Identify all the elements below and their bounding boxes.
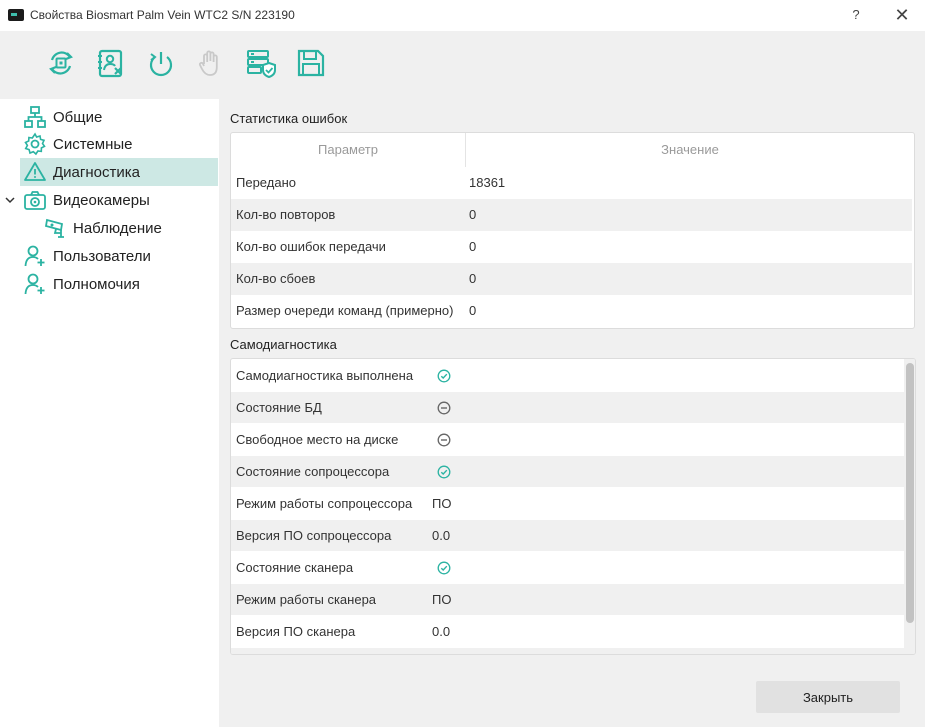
server-shield-icon (247, 50, 276, 79)
sidebar-item-diagnostics[interactable]: Диагностика (20, 158, 218, 186)
chevron-down-icon[interactable] (3, 193, 17, 207)
window-title: Свойства Biosmart Palm Vein WTC2 S/N 223… (30, 8, 295, 22)
user-card-remove-button[interactable] (95, 47, 127, 79)
refresh-chip-button[interactable] (45, 47, 77, 79)
power-restart-icon (149, 52, 173, 77)
minus-circle-icon (437, 433, 451, 447)
sidebar-item-label: Диагностика (53, 163, 140, 181)
table-row[interactable]: Свободное место на диске (231, 424, 904, 456)
refresh-chip-icon (49, 51, 73, 75)
value-cell: 0 (469, 239, 477, 254)
param-cell: Состояние сопроцессора (236, 464, 390, 479)
table-row[interactable]: Самодиагностика выполнена (231, 360, 904, 392)
sidebar-item-surveillance[interactable]: Наблюдение (40, 214, 218, 242)
value-cell: 0.0 (432, 624, 451, 639)
param-cell: Размер очереди команд (примерно) (236, 303, 454, 318)
sidebar-nav: Общие Системные Диагностика Видеокамеры … (0, 99, 219, 727)
table-header: Параметр Значение (231, 133, 914, 167)
table-row[interactable]: Версия ПО сопроцессора 0.0 (231, 520, 904, 552)
server-shield-button[interactable] (245, 47, 277, 79)
check-circle-icon (437, 369, 451, 383)
table-row (231, 648, 904, 654)
sidebar-item-system[interactable]: Системные (20, 130, 218, 158)
sidebar-item-label: Видеокамеры (53, 191, 150, 209)
save-button[interactable] (295, 47, 327, 79)
table-row[interactable]: Состояние сканера (231, 552, 904, 584)
camera-icon (23, 188, 47, 212)
sidebar-item-label: Системные (53, 135, 133, 153)
param-cell: Свободное место на диске (236, 432, 399, 447)
gear-icon (23, 132, 47, 156)
sidebar-item-label: Общие (53, 108, 103, 126)
param-cell: Кол-во ошибок передачи (236, 239, 386, 254)
sidebar-item-users[interactable]: Пользователи (20, 242, 218, 270)
network-icon (23, 105, 47, 129)
close-window-button[interactable]: ✕ (890, 4, 914, 26)
save-floppy-icon (297, 49, 325, 77)
user-add-icon (23, 272, 47, 296)
table-row[interactable]: Кол-во ошибок передачи 0 (231, 231, 912, 263)
table-row[interactable]: Кол-во сбоев 0 (231, 263, 912, 295)
user-card-remove-icon (98, 49, 123, 78)
table-row[interactable]: Состояние сопроцессора (231, 456, 904, 488)
sidebar-item-label: Пользователи (53, 247, 151, 265)
param-cell: Версия ПО сканера (236, 624, 356, 639)
palm-hand-icon (199, 50, 218, 76)
param-cell: Режим работы сопроцессора (236, 496, 413, 511)
table-row[interactable]: Кол-во повторов 0 (231, 199, 912, 231)
param-cell: Состояние сканера (236, 560, 354, 575)
value-cell: 0 (469, 271, 477, 286)
sidebar-item-cameras[interactable]: Видеокамеры (20, 186, 218, 214)
table-row[interactable]: Передано 18361 (231, 167, 912, 199)
column-header-value[interactable]: Значение (467, 133, 913, 167)
minus-circle-icon (437, 401, 451, 415)
self-diagnostics-table: Самодиагностика выполнена Состояние БД С… (230, 358, 916, 655)
error-stats-table: Параметр Значение Передано 18361 Кол-во … (230, 132, 915, 329)
table-row[interactable]: Режим работы сопроцессора ПО (231, 488, 904, 520)
table-row[interactable]: Режим работы сканера ПО (231, 584, 904, 616)
column-header-param[interactable]: Параметр (231, 133, 466, 167)
value-cell: ПО (432, 496, 452, 511)
app-icon (8, 9, 24, 21)
param-cell: Версия ПО сопроцессора (236, 528, 392, 543)
title-bar: Свойства Biosmart Palm Vein WTC2 S/N 223… (0, 0, 925, 31)
table-row[interactable]: Версия ПО сканера 0.0 (231, 616, 904, 648)
sidebar-item-label: Полномочия (53, 275, 140, 293)
value-cell: 0 (469, 303, 477, 318)
sidebar-item-permissions[interactable]: Полномочия (20, 270, 218, 298)
param-cell: Передано (236, 175, 296, 190)
param-cell: Кол-во повторов (236, 207, 336, 222)
dialog-footer: Закрыть (219, 666, 925, 727)
close-button[interactable]: Закрыть (756, 681, 900, 713)
scrollbar-thumb[interactable] (906, 363, 914, 623)
self-diagnostics-title: Самодиагностика (230, 337, 337, 352)
value-cell: ПО (432, 592, 452, 607)
restart-button[interactable] (145, 47, 177, 79)
value-cell: 0.0 (432, 528, 451, 543)
param-cell: Состояние БД (236, 400, 322, 415)
error-stats-title: Статистика ошибок (230, 111, 348, 126)
value-cell: 0 (469, 207, 477, 222)
sidebar-item-general[interactable]: Общие (20, 103, 218, 131)
param-cell: Режим работы сканера (236, 592, 377, 607)
user-add-icon (23, 244, 47, 268)
help-button[interactable]: ? (846, 5, 866, 25)
cctv-icon (43, 216, 67, 240)
main-content: Статистика ошибок Параметр Значение Пере… (219, 99, 925, 666)
toolbar (0, 31, 925, 99)
check-circle-icon (437, 561, 451, 575)
table-row[interactable]: Состояние БД (231, 392, 904, 424)
param-cell: Кол-во сбоев (236, 271, 316, 286)
value-cell: 18361 (469, 175, 506, 190)
table-row[interactable]: Размер очереди команд (примерно) 0 (231, 295, 912, 327)
sidebar-item-label: Наблюдение (73, 219, 162, 237)
vertical-scrollbar[interactable] (904, 359, 915, 654)
palm-scan-button[interactable] (195, 47, 227, 79)
warning-icon (23, 160, 47, 184)
check-circle-icon (437, 465, 451, 479)
param-cell: Самодиагностика выполнена (236, 368, 414, 383)
